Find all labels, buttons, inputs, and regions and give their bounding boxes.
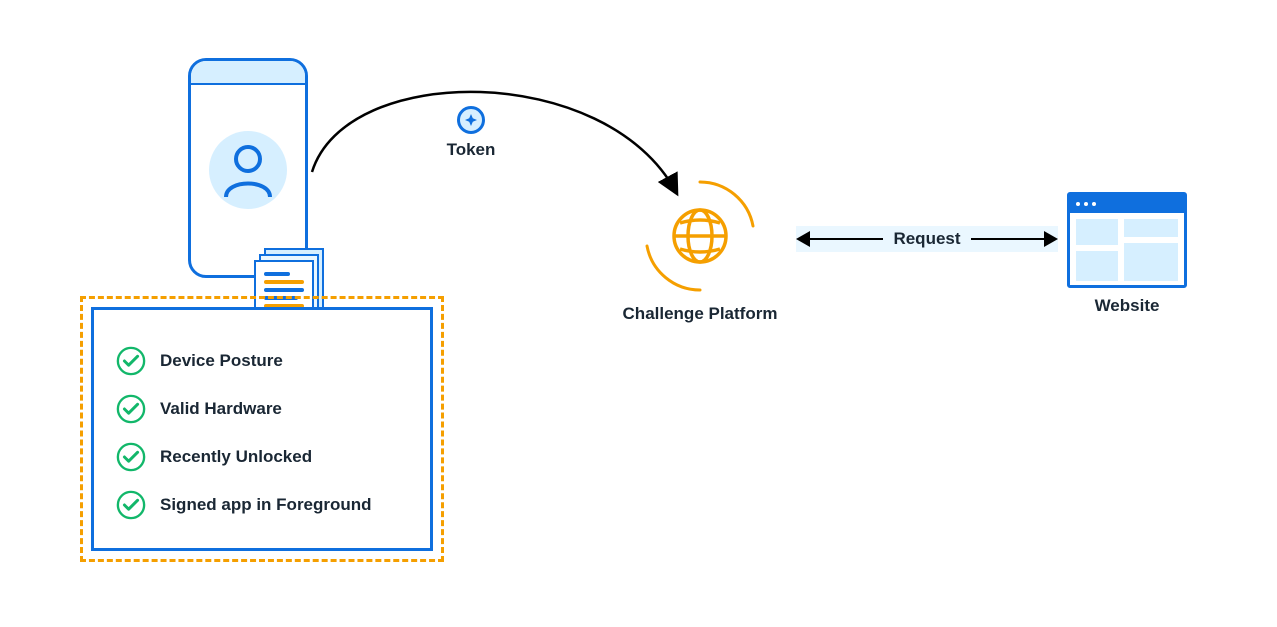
checklist-item-label: Device Posture: [160, 351, 283, 371]
globe-icon: [640, 176, 760, 296]
checklist-panel: Device Posture Valid Hardware Recently U…: [80, 296, 444, 562]
checklist-item: Device Posture: [116, 346, 408, 376]
challenge-platform-node: Challenge Platform: [620, 176, 780, 324]
user-icon: [218, 139, 278, 199]
checkmark-icon: [116, 490, 146, 520]
checklist-item-label: Signed app in Foreground: [160, 495, 372, 515]
arrow-right-icon: [1044, 231, 1058, 247]
checkmark-icon: [116, 394, 146, 424]
website-node: Website: [1058, 192, 1196, 316]
browser-window-icon: [1067, 192, 1187, 288]
checklist-item-label: Valid Hardware: [160, 399, 282, 419]
checklist-item: Recently Unlocked: [116, 442, 408, 472]
checkmark-icon: [116, 346, 146, 376]
checklist-item: Valid Hardware: [116, 394, 408, 424]
phone-speaker-bar: [191, 61, 305, 85]
arrow-left-icon: [796, 231, 810, 247]
checkmark-icon: [116, 442, 146, 472]
token-icon: [457, 106, 485, 134]
challenge-platform-label: Challenge Platform: [620, 304, 780, 324]
phone-device: [188, 58, 308, 278]
checklist-item: Signed app in Foreground: [116, 490, 408, 520]
website-label: Website: [1058, 296, 1196, 316]
request-connector: Request: [796, 226, 1058, 252]
diagram-canvas: Device Posture Valid Hardware Recently U…: [0, 0, 1277, 627]
checklist-inner: Device Posture Valid Hardware Recently U…: [91, 307, 433, 551]
token-label: Token: [442, 140, 500, 160]
checklist-item-label: Recently Unlocked: [160, 447, 312, 467]
token-node: Token: [442, 106, 500, 160]
request-label: Request: [883, 229, 970, 249]
